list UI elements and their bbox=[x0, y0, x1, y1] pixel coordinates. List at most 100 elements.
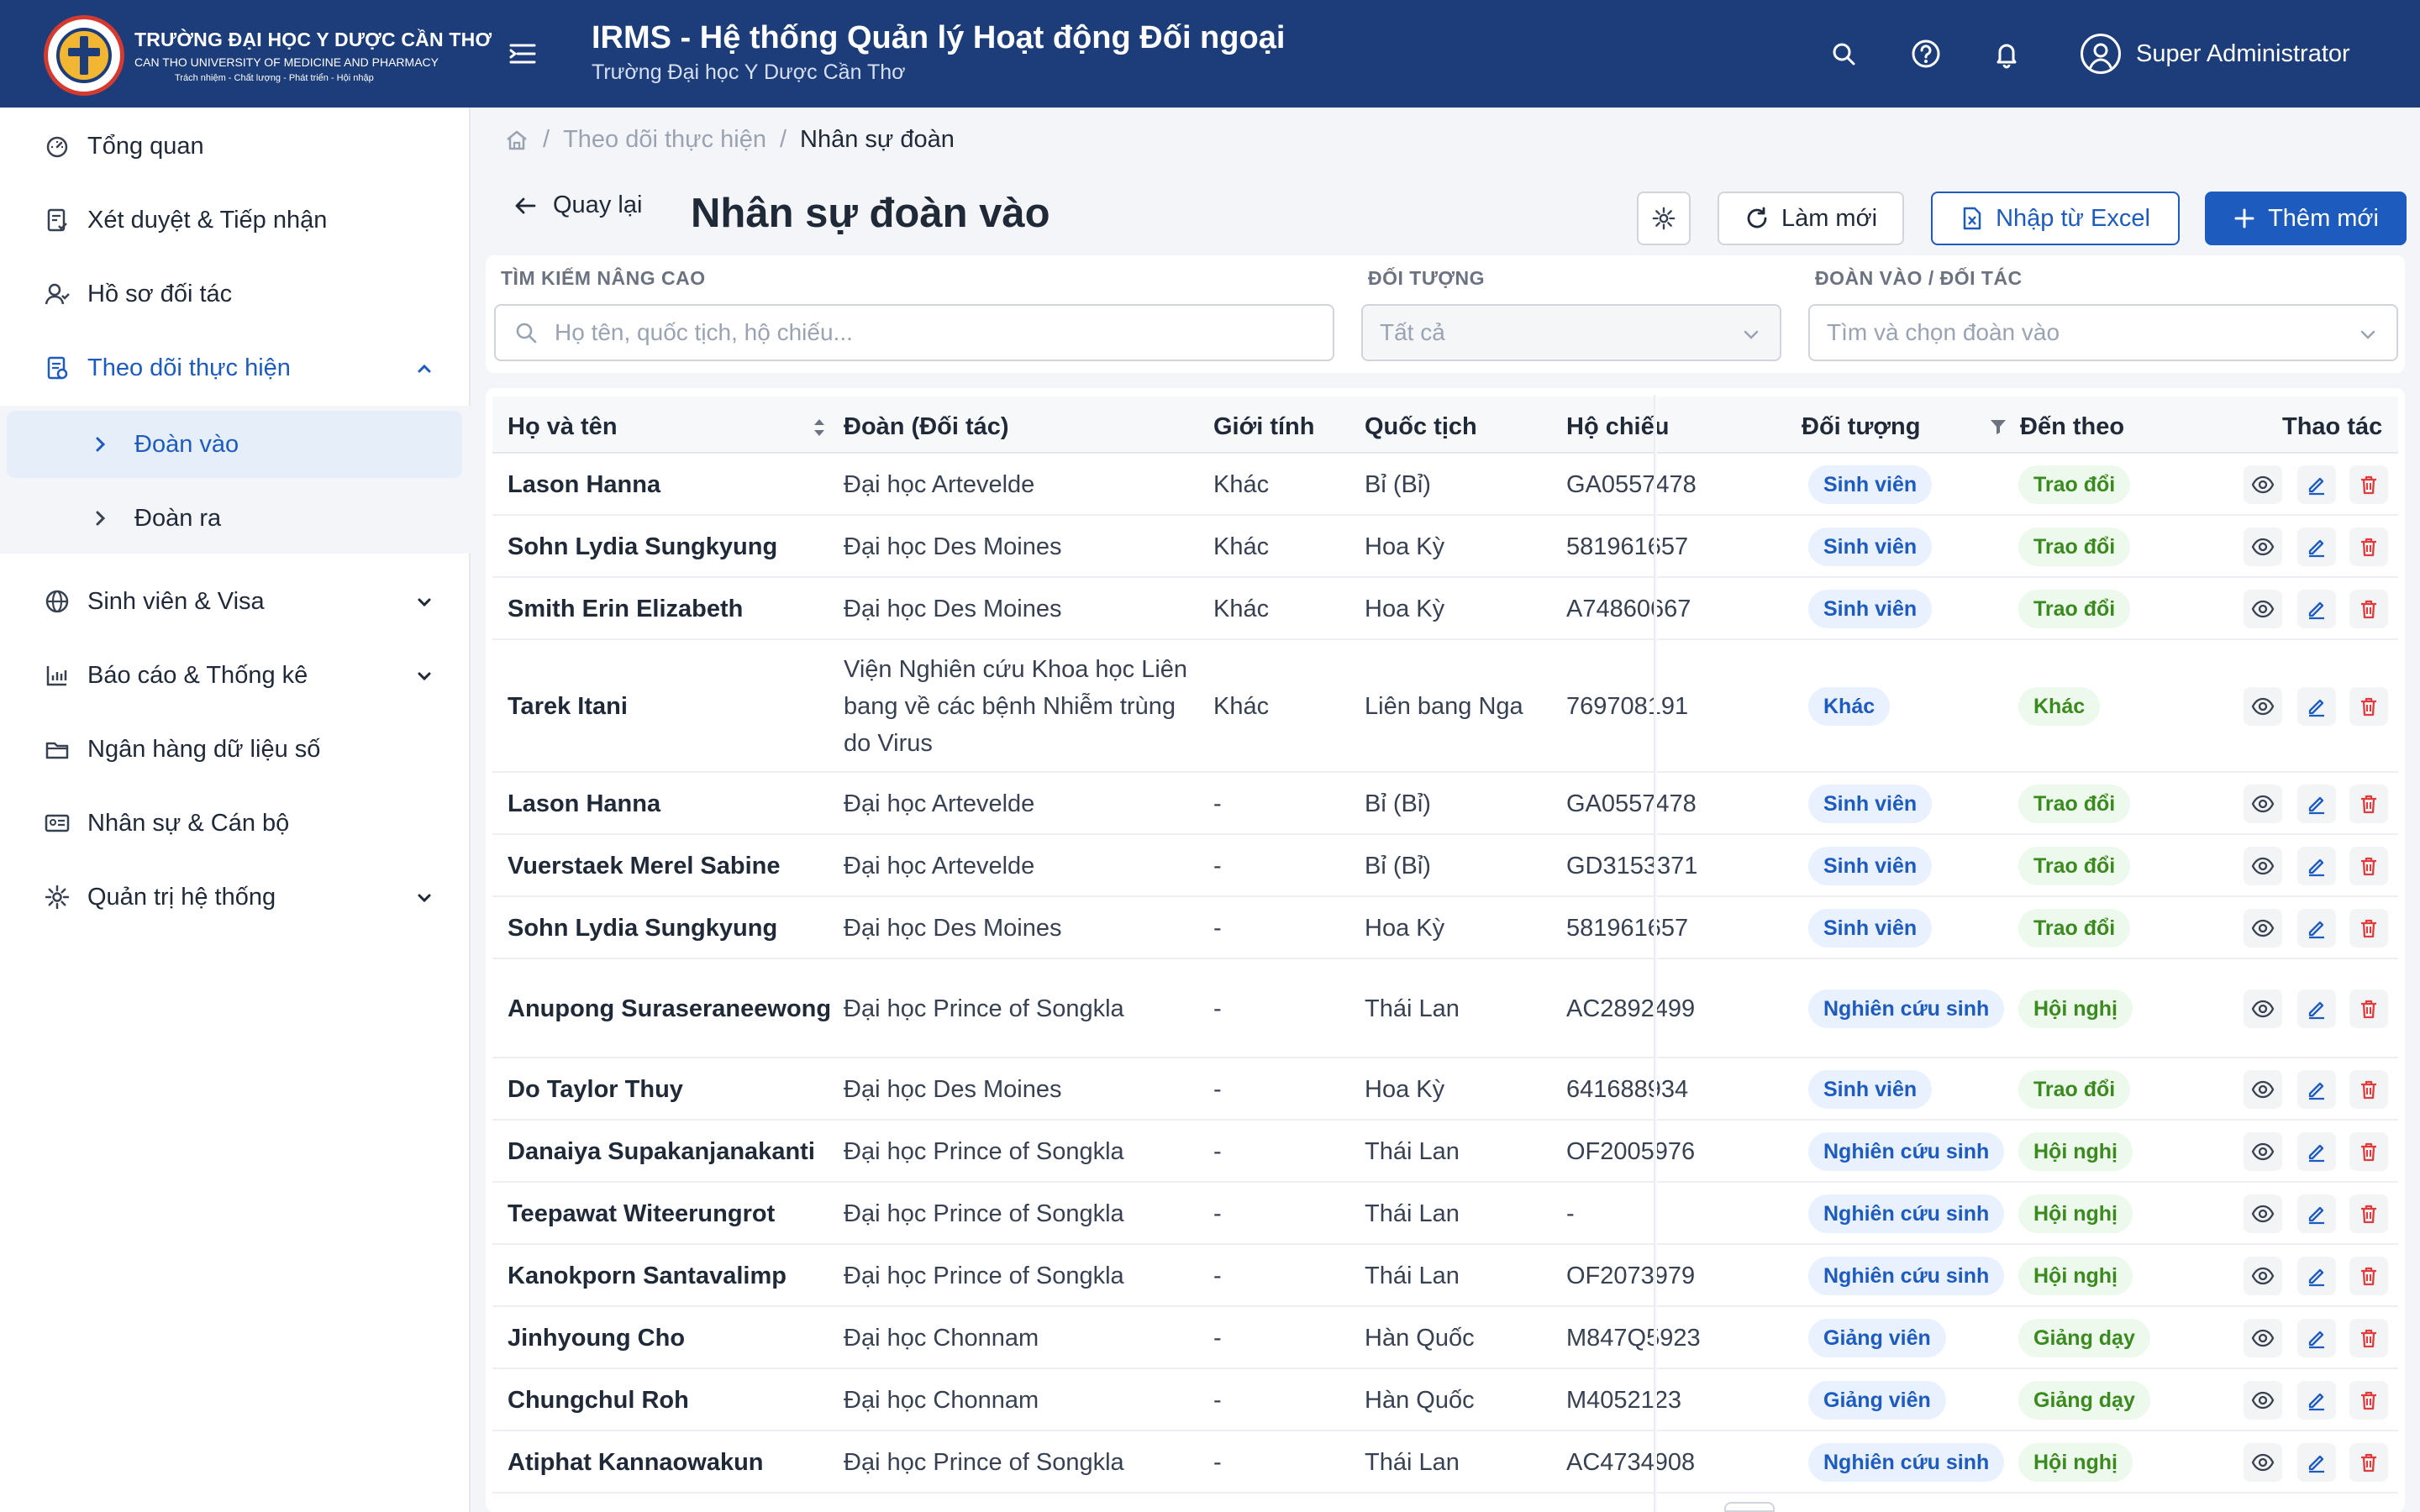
plus-icon bbox=[2234, 208, 2254, 228]
sidebar-item-overview[interactable]: Tổng quan bbox=[0, 109, 471, 183]
bell-icon[interactable] bbox=[1990, 37, 2023, 71]
delete-button[interactable] bbox=[2349, 1381, 2388, 1420]
delete-button[interactable] bbox=[2349, 1194, 2388, 1233]
edit-button[interactable] bbox=[2297, 1070, 2336, 1109]
sidebar-item-reports[interactable]: Báo cáo & Thống kê bbox=[0, 638, 471, 712]
table-row[interactable]: Danaiya Supakanjanakanti Đại học Prince o… bbox=[492, 1121, 2398, 1183]
table-row[interactable]: Smith Erin Elizabeth Đại học Des Moines Kh… bbox=[492, 578, 2398, 640]
delete-button[interactable] bbox=[2349, 1443, 2388, 1482]
sidebar-subitem-incoming[interactable]: Đoàn vào bbox=[7, 411, 462, 478]
sidebar-item-approval[interactable]: Xét duyệt & Tiếp nhận bbox=[0, 183, 471, 257]
view-button[interactable] bbox=[2244, 1132, 2282, 1171]
search-input[interactable]: Họ tên, quốc tịch, hộ chiếu... bbox=[494, 304, 1334, 361]
edit-button[interactable] bbox=[2297, 528, 2336, 566]
column-header-target[interactable]: Đối tượng bbox=[1802, 395, 2028, 459]
cell-gender: - bbox=[1213, 790, 1222, 817]
import-excel-button[interactable]: Nhập từ Excel bbox=[1931, 192, 2180, 245]
delete-button[interactable] bbox=[2349, 590, 2388, 628]
delete-button[interactable] bbox=[2349, 687, 2388, 726]
home-icon[interactable] bbox=[504, 128, 529, 153]
table-row[interactable]: Chungchul Roh Đại học Chonnam - Hàn Quốc M40… bbox=[492, 1369, 2398, 1431]
view-button[interactable] bbox=[2244, 1443, 2282, 1482]
delete-button[interactable] bbox=[2349, 1070, 2388, 1109]
view-button[interactable] bbox=[2244, 909, 2282, 948]
view-button[interactable] bbox=[2244, 1194, 2282, 1233]
table-row[interactable]: Do Taylor Thuy Đại học Des Moines - Hoa Kỳ 6… bbox=[492, 1058, 2398, 1121]
table-row[interactable]: Atiphat Kannaowakun Đại học Prince of Son… bbox=[492, 1431, 2398, 1494]
view-button[interactable] bbox=[2244, 847, 2282, 885]
view-button[interactable] bbox=[2244, 785, 2282, 823]
column-header-name[interactable]: Họ và tên bbox=[508, 395, 844, 459]
pagination-button[interactable] bbox=[1724, 1502, 1775, 1512]
delete-button[interactable] bbox=[2349, 847, 2388, 885]
sidebar-item-admin[interactable]: Quản trị hệ thống bbox=[0, 860, 471, 934]
edit-icon bbox=[2305, 1140, 2328, 1163]
edit-button[interactable] bbox=[2297, 847, 2336, 885]
delete-button[interactable] bbox=[2349, 785, 2388, 823]
table-row[interactable]: Anupong Suraseraneewong Đại học Prince of… bbox=[492, 959, 2398, 1058]
delegation-select[interactable]: Tìm và chọn đoàn vào bbox=[1808, 304, 2398, 361]
edit-button[interactable] bbox=[2297, 1132, 2336, 1171]
edit-button[interactable] bbox=[2297, 1443, 2336, 1482]
view-button[interactable] bbox=[2244, 465, 2282, 504]
view-button[interactable] bbox=[2244, 1381, 2282, 1420]
menu-icon[interactable] bbox=[506, 37, 539, 71]
edit-button[interactable] bbox=[2297, 1319, 2336, 1357]
personnel-table: Họ và tên Đoàn (Đối tác) Giới tính Quốc … bbox=[486, 388, 2405, 1512]
cell-gender: Khác bbox=[1213, 471, 1270, 498]
view-button[interactable] bbox=[2244, 990, 2282, 1028]
table-row[interactable]: Vuerstaek Merel Sabine Đại học Artevelde -… bbox=[492, 835, 2398, 897]
delete-button[interactable] bbox=[2349, 465, 2388, 504]
edit-button[interactable] bbox=[2297, 785, 2336, 823]
sidebar-subitem-outgoing[interactable]: Đoàn ra bbox=[7, 485, 462, 552]
edit-button[interactable] bbox=[2297, 687, 2336, 726]
table-row[interactable]: Sohn Lydia Sungkyung Đại học Des Moines Kh… bbox=[492, 516, 2398, 578]
table-row[interactable]: Kanokporn Santavalimp Đại học Prince of S… bbox=[492, 1245, 2398, 1307]
sidebar-item-staff[interactable]: Nhân sự & Cán bộ bbox=[0, 786, 471, 860]
cell-nationality: Thái Lan bbox=[1365, 1200, 1460, 1227]
delete-button[interactable] bbox=[2349, 528, 2388, 566]
view-button[interactable] bbox=[2244, 1319, 2282, 1357]
cell-name: Anupong Suraseraneewong bbox=[508, 995, 832, 1022]
table-row[interactable]: Lason Hanna Đại học Artevelde - Bỉ (Bỉ) GA05… bbox=[492, 773, 2398, 835]
edit-button[interactable] bbox=[2297, 1257, 2336, 1295]
sidebar-item-data-bank[interactable]: Ngân hàng dữ liệu số bbox=[0, 712, 471, 786]
delete-button[interactable] bbox=[2349, 1132, 2388, 1171]
table-row[interactable]: Sohn Lydia Sungkyung Đại học Des Moines - H… bbox=[492, 897, 2398, 959]
delete-button[interactable] bbox=[2349, 1257, 2388, 1295]
sidebar-item-partners[interactable]: Hồ sơ đối tác bbox=[0, 257, 471, 331]
view-button[interactable] bbox=[2244, 590, 2282, 628]
university-logo[interactable]: TRƯỜNG ĐẠI HỌC Y DƯỢC CẦN THƠ CAN THO UN… bbox=[44, 15, 492, 96]
column-settings-button[interactable] bbox=[1637, 192, 1691, 245]
edit-button[interactable] bbox=[2297, 909, 2336, 948]
view-button[interactable] bbox=[2244, 687, 2282, 726]
view-button[interactable] bbox=[2244, 528, 2282, 566]
table-row[interactable]: Lason Hanna Đại học Artevelde Khác Bỉ (Bỉ) G… bbox=[492, 454, 2398, 516]
edit-button[interactable] bbox=[2297, 1381, 2336, 1420]
table-row[interactable]: Tarek Itani Viện Nghiên cứu Khoa học Liên… bbox=[492, 640, 2398, 773]
add-new-button[interactable]: Thêm mới bbox=[2205, 192, 2407, 245]
delete-button[interactable] bbox=[2349, 1319, 2388, 1357]
edit-icon bbox=[2305, 1326, 2328, 1350]
sidebar-item-students-visa[interactable]: Sinh viên & Visa bbox=[0, 564, 471, 638]
edit-button[interactable] bbox=[2297, 465, 2336, 504]
edit-button[interactable] bbox=[2297, 990, 2336, 1028]
delete-button[interactable] bbox=[2349, 990, 2388, 1028]
breadcrumb-parent-link[interactable]: Theo dõi thực hiện bbox=[563, 126, 766, 154]
edit-icon bbox=[2305, 854, 2328, 878]
target-select[interactable]: Tất cả bbox=[1361, 304, 1781, 361]
edit-button[interactable] bbox=[2297, 1194, 2336, 1233]
user-menu[interactable]: Super Administrator bbox=[2081, 34, 2350, 74]
view-button[interactable] bbox=[2244, 1257, 2282, 1295]
user-icon bbox=[2081, 34, 2121, 74]
delete-button[interactable] bbox=[2349, 909, 2388, 948]
help-icon[interactable] bbox=[1909, 37, 1943, 71]
sidebar-item-tracking[interactable]: Theo dõi thực hiện bbox=[0, 331, 471, 405]
search-icon[interactable] bbox=[1827, 37, 1860, 71]
table-row[interactable]: Teepawat Witeerungrot Đại học Prince of S… bbox=[492, 1183, 2398, 1245]
back-button[interactable]: Quay lại bbox=[513, 192, 642, 219]
table-row[interactable]: Jinhyoung Cho Đại học Chonnam - Hàn Quốc M84… bbox=[492, 1307, 2398, 1369]
view-button[interactable] bbox=[2244, 1070, 2282, 1109]
edit-button[interactable] bbox=[2297, 590, 2336, 628]
refresh-button[interactable]: Làm mới bbox=[1718, 192, 1904, 245]
